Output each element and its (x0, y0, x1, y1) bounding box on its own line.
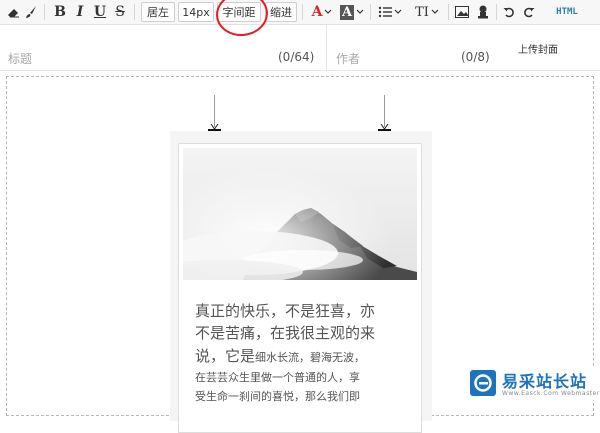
title-field[interactable]: 标题 (0/64) (0, 25, 323, 70)
toolbar-divider (496, 4, 497, 20)
watermark-logo-icon (470, 370, 496, 396)
chevron-down-icon (431, 9, 439, 14)
redo-icon[interactable] (520, 2, 538, 22)
background-color-button[interactable]: A (338, 2, 366, 22)
indent-button[interactable]: 缩进 (265, 2, 297, 22)
chevron-down-icon (394, 9, 402, 14)
upload-cover-button[interactable]: 上传封面 (518, 41, 558, 56)
author-field[interactable]: 作者 (0/8) (326, 25, 500, 70)
font-style-label: TI (415, 4, 429, 20)
toolbar-divider (302, 4, 303, 20)
mountain-photo (183, 148, 417, 280)
html-source-button[interactable]: HTML (550, 2, 584, 22)
background-color-label: A (339, 4, 355, 20)
watermark-site-name: 易采站长站 (502, 372, 588, 391)
strikethrough-button[interactable]: S (112, 2, 128, 22)
toolbar-divider (370, 4, 371, 20)
toolbar-divider (134, 4, 135, 20)
paragraph-line-small-part: 细水长流，碧海无波， (255, 351, 366, 364)
paragraph-line: 说，它是细水长流，碧海无波， (195, 344, 411, 368)
title-placeholder: 标题 (8, 52, 33, 66)
author-placeholder: 作者 (336, 52, 361, 66)
image-icon[interactable] (453, 2, 471, 22)
title-author-row: 标题 (0/64) 作者 (0/8) 上传封面 (0, 25, 600, 71)
title-char-counter: (0/64) (278, 50, 315, 64)
hanging-wire (214, 95, 215, 127)
watermark-site-url: Www.Easck.Com Webmaster (502, 390, 600, 397)
undo-icon[interactable] (500, 2, 518, 22)
font-style-button[interactable]: TI (410, 2, 444, 22)
list-icon (378, 6, 392, 18)
chevron-down-icon (325, 9, 332, 14)
font-size-button[interactable]: 14px (178, 2, 214, 22)
paragraph-line-large-part: 说，它是 (195, 347, 256, 365)
author-char-counter: (0/8) (461, 50, 490, 64)
paragraph-line: 真正的快乐，不是狂喜，亦 (195, 302, 376, 320)
align-left-button[interactable]: 居左 (141, 2, 175, 22)
hanging-wire (384, 95, 385, 127)
toolbar-divider (44, 4, 45, 20)
list-button[interactable] (375, 2, 405, 22)
italic-button[interactable]: I (72, 2, 88, 22)
letter-spacing-button[interactable]: 字间距 (217, 2, 261, 22)
underline-button[interactable]: U (92, 2, 108, 22)
font-color-button[interactable]: A (308, 2, 336, 22)
paragraph-line: 受生命一刹间的喜悦，那么我们即 (195, 390, 360, 403)
paragraph-line: 在芸芸众生里做一个普通的人，享 (195, 371, 360, 384)
eraser-icon[interactable] (4, 2, 22, 22)
toolbar-divider (448, 4, 449, 20)
brush-icon[interactable] (22, 2, 40, 22)
article-paragraph[interactable]: 真正的快乐，不是狂喜，亦 不是苦痛，在我很主观的来 说，它是细水长流，碧海无波，… (195, 300, 411, 406)
editor-toolbar: B I U S 居左 14px 字间距 缩进 A A TI HTML (0, 0, 600, 25)
paragraph-line: 不是苦痛，在我很主观的来 (195, 324, 376, 342)
font-color-label: A (311, 4, 323, 20)
chevron-down-icon (356, 9, 364, 14)
bold-button[interactable]: B (52, 2, 68, 22)
stamp-icon[interactable] (474, 2, 492, 22)
site-watermark: 易采站长站 Www.Easck.Com Webmaster (468, 366, 600, 400)
